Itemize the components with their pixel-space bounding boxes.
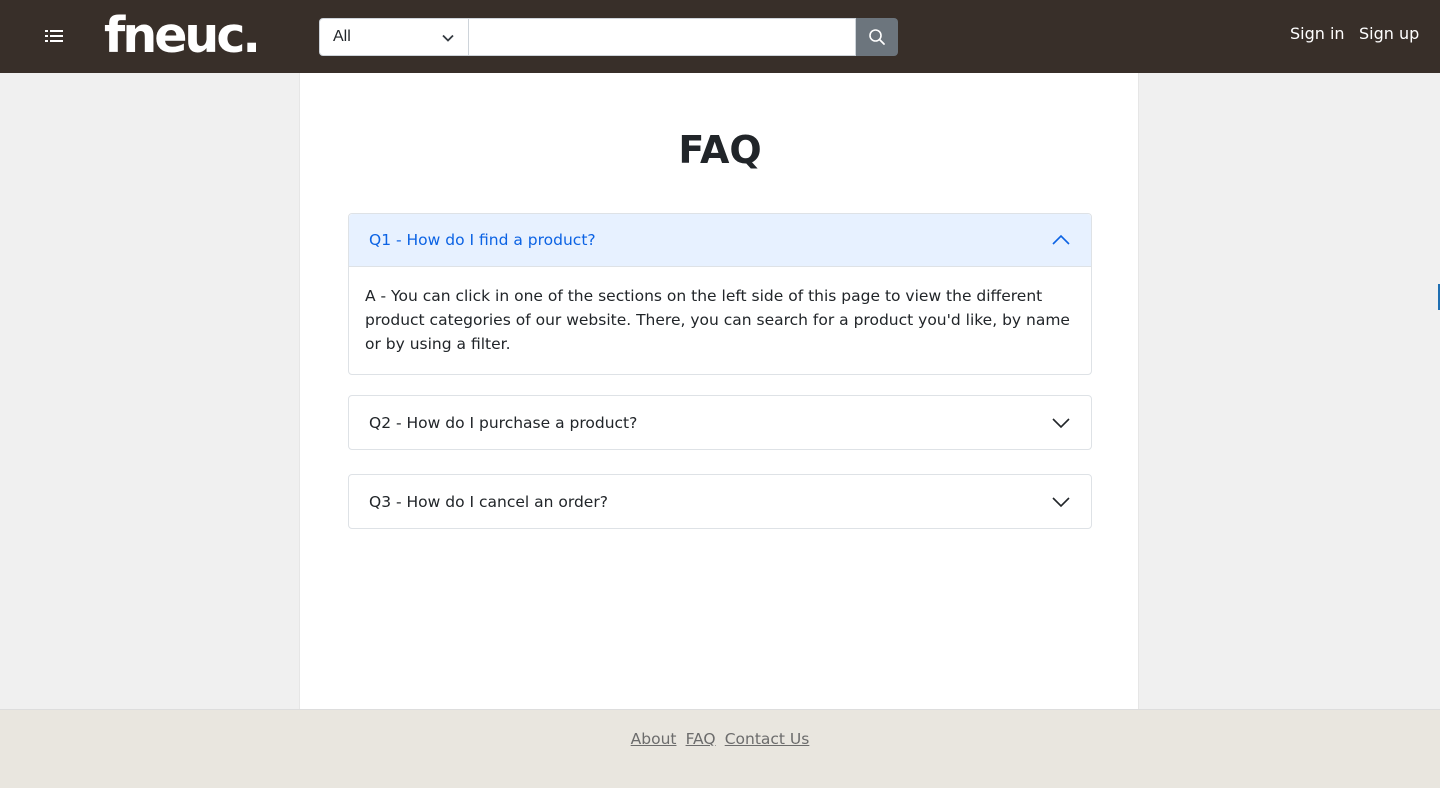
page-footer: About FAQ Contact Us: [0, 709, 1440, 788]
search-input[interactable]: [469, 18, 856, 56]
main-content: FAQ Q1 - How do I find a product? A - Yo…: [299, 73, 1139, 709]
site-logo[interactable]: fneuc.: [104, 8, 261, 64]
chevron-up-icon: [1052, 234, 1070, 245]
page-title: FAQ: [678, 128, 762, 172]
top-navbar: fneuc. All Sign in Sign up: [0, 0, 1440, 73]
search-bar: All: [319, 18, 898, 56]
chevron-down-icon: [442, 34, 454, 42]
list-icon: [45, 30, 63, 42]
faq-question-3-label: Q3 - How do I cancel an order?: [369, 492, 608, 511]
chevron-down-icon: [1052, 417, 1070, 428]
faq-answer-1: A - You can click in one of the sections…: [365, 287, 1070, 353]
footer-link-faq[interactable]: FAQ: [686, 730, 716, 748]
search-button[interactable]: [856, 18, 898, 56]
footer-link-about[interactable]: About: [631, 730, 677, 748]
search-icon: [869, 29, 885, 45]
faq-item-1: Q1 - How do I find a product? A - You ca…: [348, 213, 1092, 375]
category-select-value: All: [333, 28, 351, 45]
sign-in-link[interactable]: Sign in: [1290, 24, 1345, 43]
faq-question-3[interactable]: Q3 - How do I cancel an order?: [349, 475, 1091, 528]
menu-button[interactable]: [40, 23, 68, 49]
faq-question-2-label: Q2 - How do I purchase a product?: [369, 413, 638, 432]
category-select[interactable]: All: [319, 18, 469, 56]
faq-question-1[interactable]: Q1 - How do I find a product?: [349, 214, 1091, 267]
sign-up-link[interactable]: Sign up: [1359, 24, 1419, 43]
chevron-down-icon: [1052, 496, 1070, 507]
footer-link-contact[interactable]: Contact Us: [725, 730, 810, 748]
faq-item-2: Q2 - How do I purchase a product?: [348, 395, 1092, 450]
faq-item-3: Q3 - How do I cancel an order?: [348, 474, 1092, 529]
faq-question-2[interactable]: Q2 - How do I purchase a product?: [349, 396, 1091, 449]
faq-question-1-label: Q1 - How do I find a product?: [369, 231, 596, 249]
